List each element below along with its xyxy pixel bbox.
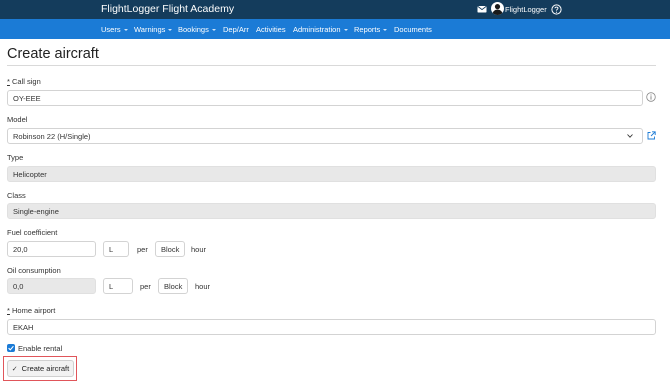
nav-item-bookings[interactable]: Bookings (178, 25, 216, 34)
fuel-basis-field: Block (155, 241, 185, 257)
enable-rental-label[interactable]: Enable rental (18, 344, 62, 353)
enable-rental-checkbox[interactable] (7, 344, 15, 352)
nav-item-administration[interactable]: Administration (293, 25, 348, 34)
fuel-coefficient-value: 20,0 (13, 244, 28, 254)
oil-consumption-value: 0,0 (13, 281, 24, 291)
fuel-coefficient-label: Fuel coefficient (7, 228, 58, 237)
fuel-unit: L (109, 244, 114, 254)
avatar[interactable] (491, 2, 504, 15)
nav-label: Reports (354, 25, 381, 34)
nav-item-warnings[interactable]: Warnings (134, 25, 173, 34)
home-airport-value: EKAH (13, 322, 34, 332)
checkmark-icon (8, 345, 14, 351)
caret-down-icon (211, 28, 216, 31)
nav-label: Administration (293, 25, 341, 34)
caret-down-icon (383, 28, 388, 31)
call-sign-value: OY-EEE (13, 93, 41, 103)
nav-label: Warnings (134, 25, 166, 34)
home-airport-label-text: Home airport (12, 306, 56, 315)
title-divider (7, 65, 656, 66)
type-field: Helicopter (7, 166, 656, 182)
required-mark: * (7, 77, 10, 86)
nav-label: Dep/Arr (223, 25, 249, 34)
fuel-unit-field: L (103, 241, 129, 257)
model-select[interactable]: Robinson 22 (H/Single) (7, 128, 643, 144)
class-field: Single-engine (7, 203, 656, 219)
nav-item-users[interactable]: Users (101, 25, 128, 34)
nav-item-dep-arr[interactable]: Dep/Arr (223, 25, 249, 34)
oil-basis: Block (164, 281, 183, 291)
nav-label: Activities (256, 25, 286, 34)
home-airport-input[interactable]: EKAH (7, 319, 656, 335)
caret-down-icon (168, 28, 173, 31)
chevron-down-icon (627, 134, 633, 138)
fuel-basis: Block (161, 244, 180, 254)
oil-unit: L (109, 281, 114, 291)
check-icon: ✓ (11, 365, 18, 373)
nav-label: Users (101, 25, 121, 34)
required-mark: * (7, 306, 10, 315)
main-nav: Users Warnings Bookings Dep/Arr Activiti… (0, 19, 670, 39)
create-aircraft-label: Create aircraft (21, 364, 70, 373)
class-label: Class (7, 191, 26, 200)
app-title[interactable]: FlightLogger Flight Academy (101, 3, 234, 15)
mail-icon[interactable] (477, 4, 487, 14)
help-icon[interactable] (551, 4, 562, 15)
page-title: Create aircraft (7, 46, 99, 62)
user-name[interactable]: FlightLogger (505, 5, 547, 14)
external-link-icon[interactable] (647, 131, 656, 140)
caret-down-icon (343, 28, 348, 31)
fuel-coefficient-input[interactable]: 20,0 (7, 241, 96, 257)
nav-item-reports[interactable]: Reports (354, 25, 388, 34)
nav-item-documents[interactable]: Documents (394, 25, 432, 34)
call-sign-label-text: Call sign (12, 77, 41, 86)
nav-label: Documents (394, 25, 432, 34)
nav-item-activities[interactable]: Activities (256, 25, 286, 34)
fuel-per-text: per (137, 245, 148, 254)
call-sign-input[interactable]: OY-EEE (7, 90, 643, 106)
info-icon[interactable] (646, 92, 656, 102)
class-value: Single-engine (13, 206, 59, 216)
oil-consumption-input[interactable]: 0,0 (7, 278, 96, 294)
home-airport-label: * Home airport (7, 306, 55, 315)
top-bar: FlightLogger Flight Academy FlightLogger (0, 0, 670, 19)
oil-basis-field: Block (158, 278, 188, 294)
oil-per-text: per (140, 282, 151, 291)
nav-label: Bookings (178, 25, 209, 34)
model-value: Robinson 22 (H/Single) (13, 131, 91, 141)
oil-period-text: hour (195, 282, 211, 291)
fuel-period-text: hour (191, 245, 207, 254)
oil-consumption-label: Oil consumption (7, 266, 61, 275)
model-label: Model (7, 115, 28, 124)
call-sign-label: * Call sign (7, 77, 41, 86)
type-value: Helicopter (13, 169, 47, 179)
create-aircraft-button[interactable]: ✓ Create aircraft (7, 360, 74, 377)
caret-down-icon (123, 28, 128, 31)
oil-unit-field: L (103, 278, 133, 294)
type-label: Type (7, 153, 24, 162)
